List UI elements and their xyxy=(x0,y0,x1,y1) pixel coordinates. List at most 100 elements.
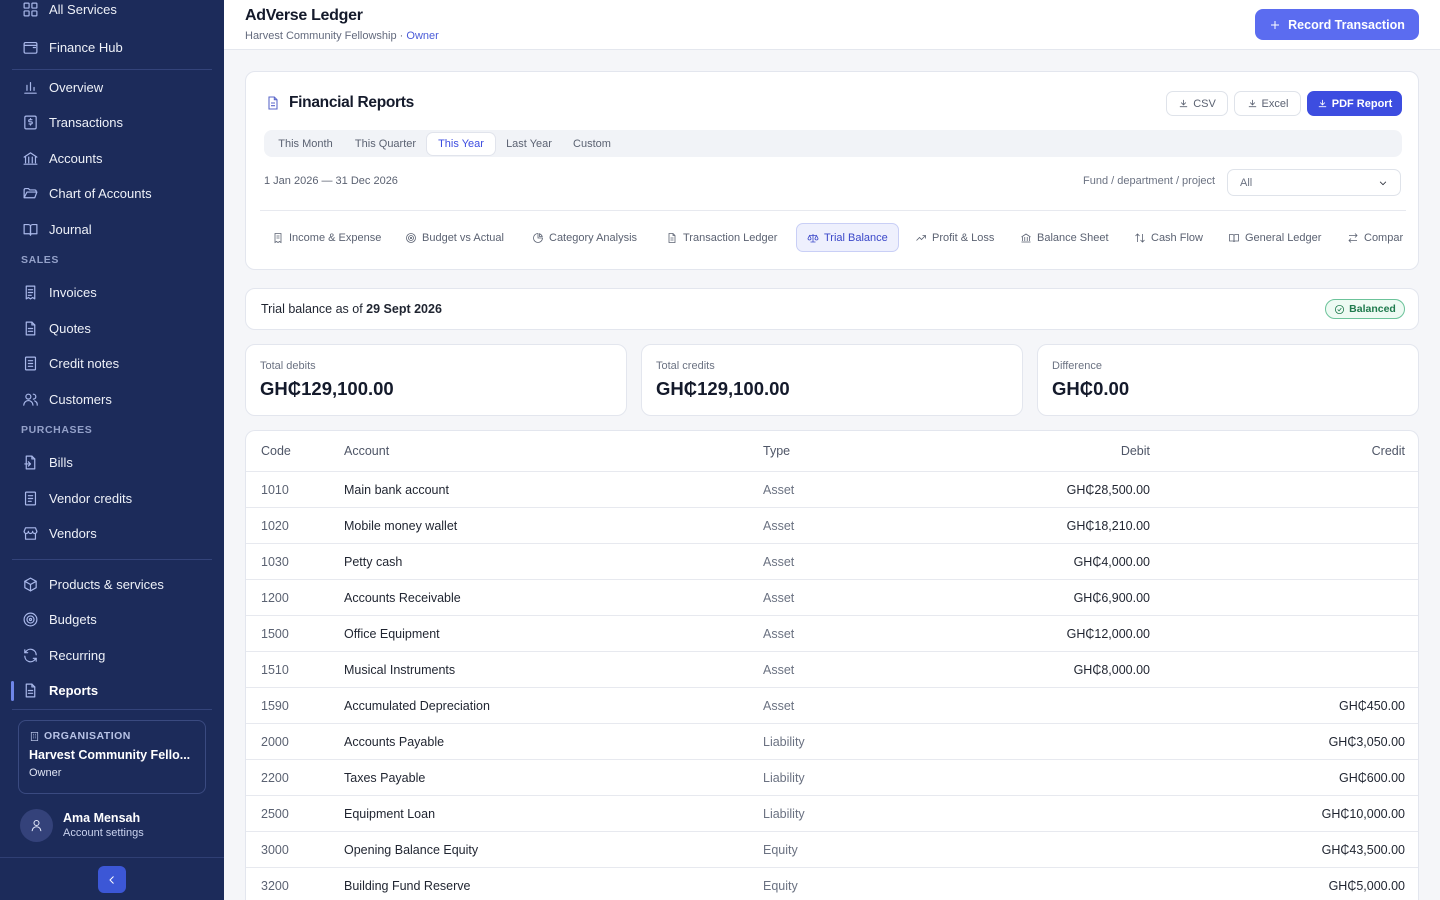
cell-account: Mobile money wallet xyxy=(344,518,458,533)
status-badge: Balanced xyxy=(1325,299,1405,319)
cell-type: Liability xyxy=(763,806,805,821)
receipt-icon xyxy=(274,232,282,243)
check-circle-icon xyxy=(1335,304,1345,314)
collapse-sidebar-button[interactable] xyxy=(98,866,126,893)
target-icon xyxy=(406,232,416,243)
tab-transaction-ledger[interactable]: Transaction Ledger xyxy=(656,223,787,252)
table-row[interactable]: 3200 Building Fund Reserve Equity GH₵5,000.… xyxy=(246,867,1418,900)
cell-debit: GH₵18,210.00 xyxy=(1066,518,1150,533)
table-row[interactable]: 2500 Equipment Loan Liability GH₵10,000.00 xyxy=(246,795,1418,831)
cell-code: 1510 xyxy=(261,662,289,677)
tab-last-year[interactable]: Last Year xyxy=(498,133,560,155)
stat-value: GH₵129,100.00 xyxy=(260,378,394,399)
column-header-credit[interactable]: Credit xyxy=(1372,431,1405,471)
sidebar-item-customers[interactable]: Customers xyxy=(12,384,212,414)
tab-profit-loss[interactable]: Profit & Loss xyxy=(905,223,1004,252)
table-row[interactable]: 1020 Mobile money wallet Asset GH₵18,210.00 xyxy=(246,507,1418,543)
receipt-dollar-icon xyxy=(21,113,39,131)
organisation-role: Owner xyxy=(29,767,62,779)
file-text-icon xyxy=(668,232,676,243)
sidebar-item-label: Finance Hub xyxy=(49,39,123,55)
sidebar-item-vendor-credits[interactable]: Vendor credits xyxy=(12,483,212,513)
table-row[interactable]: 1500 Office Equipment Asset GH₵12,000.00 xyxy=(246,615,1418,651)
tab-general-ledger[interactable]: General Ledger xyxy=(1218,223,1331,252)
user-account-row[interactable]: Ama Mensah Account settings xyxy=(20,807,210,843)
tab-this-year[interactable]: This Year xyxy=(427,133,495,155)
sidebar-item-transactions[interactable]: Transactions xyxy=(12,107,212,137)
financial-reports-card: Financial Reports CSV Excel PDF Report T… xyxy=(245,71,1419,270)
cell-account: Petty cash xyxy=(344,554,403,569)
tab-trial-balance[interactable]: Trial Balance xyxy=(796,223,899,252)
note-icon xyxy=(21,354,39,372)
sidebar-item-accounts[interactable]: Accounts xyxy=(12,143,212,173)
export-excel-button[interactable]: Excel xyxy=(1234,91,1301,116)
sidebar-divider xyxy=(12,559,212,560)
sidebar-item-products-services[interactable]: Products & services xyxy=(12,569,212,599)
fund-filter-select[interactable]: All xyxy=(1227,169,1401,196)
download-icon xyxy=(1180,99,1188,108)
table-row[interactable]: 2000 Accounts Payable Liability GH₵3,050.00 xyxy=(246,723,1418,759)
column-header-code[interactable]: Code xyxy=(261,431,291,471)
pdf-report-button[interactable]: PDF Report xyxy=(1307,91,1402,116)
cell-debit: GH₵8,000.00 xyxy=(1073,662,1150,677)
tab-cash-flow[interactable]: Cash Flow xyxy=(1124,223,1213,252)
tab-balance-sheet[interactable]: Balance Sheet xyxy=(1010,223,1119,252)
sidebar-item-bills[interactable]: Bills xyxy=(12,447,212,477)
period-tabs: This Month This Quarter This Year Last Y… xyxy=(264,130,1402,157)
sidebar-item-label: Bills xyxy=(49,454,73,470)
sidebar-item-overview[interactable]: Overview xyxy=(12,72,212,102)
cell-credit: GH₵450.00 xyxy=(1338,698,1405,713)
table-row[interactable]: 1590 Accumulated Depreciation Asset GH₵450.… xyxy=(246,687,1418,723)
sidebar-item-all-services[interactable]: All Services xyxy=(12,0,212,24)
sidebar-divider xyxy=(12,69,212,70)
organisation-card[interactable]: ORGANISATION Harvest Community Fello... … xyxy=(18,720,206,794)
sidebar-item-journal[interactable]: Journal xyxy=(12,214,212,244)
sidebar-item-chart-of-accounts[interactable]: Chart of Accounts xyxy=(12,178,212,208)
tab-compare[interactable]: Compar xyxy=(1337,223,1406,252)
table-row[interactable]: 1010 Main bank account Asset GH₵28,500.00 xyxy=(246,471,1418,507)
export-csv-button[interactable]: CSV xyxy=(1166,91,1228,116)
building-icon xyxy=(30,731,39,741)
sidebar-section-purchases: PURCHASES xyxy=(21,424,93,436)
tab-budget-vs-actual[interactable]: Budget vs Actual xyxy=(395,223,514,252)
cell-code: 1020 xyxy=(261,518,289,533)
column-header-type[interactable]: Type xyxy=(763,431,790,471)
cell-debit: GH₵28,500.00 xyxy=(1066,482,1150,497)
user-role: Owner xyxy=(406,30,439,42)
sidebar-item-reports[interactable]: Reports xyxy=(11,675,212,705)
tab-income-expense[interactable]: Income & Expense xyxy=(262,223,391,252)
reports-title: Financial Reports xyxy=(265,94,414,112)
sidebar-item-budgets[interactable]: Budgets xyxy=(12,604,212,634)
tab-this-month[interactable]: This Month xyxy=(267,133,344,155)
chevron-down-icon xyxy=(1379,180,1387,185)
table-row[interactable]: 1510 Musical Instruments Asset GH₵8,000.00 xyxy=(246,651,1418,687)
sidebar-item-recurring[interactable]: Recurring xyxy=(12,640,212,670)
column-header-debit[interactable]: Debit xyxy=(1121,431,1150,471)
tab-category-analysis[interactable]: Category Analysis xyxy=(522,223,647,252)
sidebar-item-invoices[interactable]: Invoices xyxy=(12,277,212,307)
column-header-account[interactable]: Account xyxy=(344,431,389,471)
tab-custom[interactable]: Custom xyxy=(563,133,621,155)
record-transaction-button[interactable]: Record Transaction xyxy=(1255,9,1419,40)
cell-code: 2000 xyxy=(261,734,289,749)
cell-debit: GH₵4,000.00 xyxy=(1073,554,1150,569)
sidebar-item-quotes[interactable]: Quotes xyxy=(12,313,212,343)
account-settings-link[interactable]: Account settings xyxy=(63,827,144,839)
table-row[interactable]: 3000 Opening Balance Equity Equity GH₵43,50… xyxy=(246,831,1418,867)
user-name: Ama Mensah xyxy=(63,811,141,825)
cell-type: Asset xyxy=(763,482,795,497)
sidebar-item-credit-notes[interactable]: Credit notes xyxy=(12,348,212,378)
cell-account: Accounts Receivable xyxy=(344,590,461,605)
cell-account: Accumulated Depreciation xyxy=(344,698,490,713)
table-row[interactable]: 2200 Taxes Payable Liability GH₵600.00 xyxy=(246,759,1418,795)
cell-type: Asset xyxy=(763,518,795,533)
sidebar-item-vendors[interactable]: Vendors xyxy=(12,518,212,548)
cell-account: Musical Instruments xyxy=(344,662,456,677)
table-row[interactable]: 1200 Accounts Receivable Asset GH₵6,900.00 xyxy=(246,579,1418,615)
table-row[interactable]: 1030 Petty cash Asset GH₵4,000.00 xyxy=(246,543,1418,579)
tab-this-quarter[interactable]: This Quarter xyxy=(347,133,424,155)
stat-label: Total credits xyxy=(656,360,715,372)
bank-icon xyxy=(1021,233,1031,242)
sidebar-item-finance-hub[interactable]: Finance Hub xyxy=(12,32,212,62)
credit-note-icon xyxy=(21,489,39,507)
